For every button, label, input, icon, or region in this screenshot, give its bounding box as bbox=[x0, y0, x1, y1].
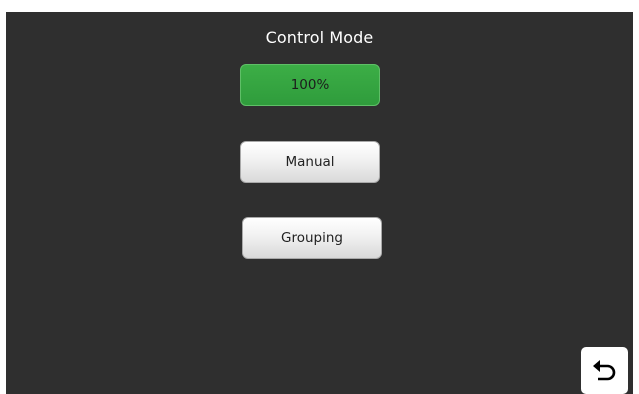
control-mode-screen: Control Mode 100% Manual Grouping bbox=[6, 12, 633, 394]
mode-100-percent-button[interactable]: 100% bbox=[240, 64, 380, 106]
page-title: Control Mode bbox=[265, 28, 374, 47]
undo-arrow-icon bbox=[592, 359, 615, 380]
mode-manual-button[interactable]: Manual bbox=[240, 141, 380, 183]
mode-grouping-button[interactable]: Grouping bbox=[242, 217, 382, 259]
back-button[interactable] bbox=[581, 347, 628, 394]
